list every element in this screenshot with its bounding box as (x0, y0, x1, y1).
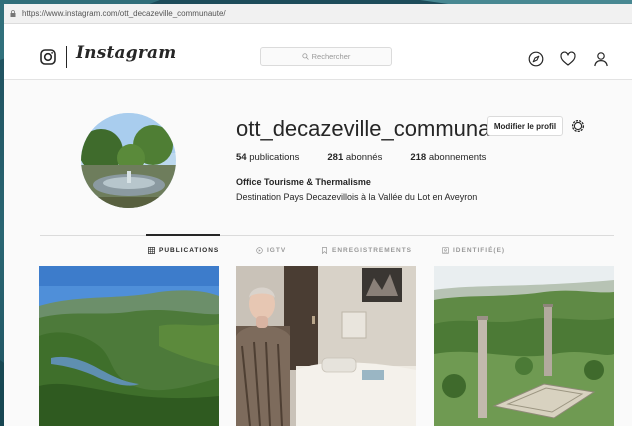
chimney-industrial-site-photo (434, 266, 614, 426)
tab-tagged[interactable]: IDENTIFIÉ(E) (442, 247, 505, 254)
stat-label: publications (249, 152, 300, 163)
valley-landscape-photo (39, 266, 219, 426)
instagram-wordmark[interactable]: Instagram (76, 43, 176, 63)
tab-label: IGTV (267, 247, 287, 254)
instagram-header: Instagram Rechercher (4, 24, 632, 80)
explore-compass-icon[interactable] (528, 51, 544, 67)
stat-followers[interactable]: 281 abonnés (327, 152, 382, 163)
activity-heart-icon[interactable] (560, 51, 576, 67)
avatar-park-image (81, 113, 176, 208)
edit-profile-button[interactable]: Modifier le profil (487, 116, 563, 136)
logo-divider (66, 46, 67, 68)
tab-label: ENREGISTREMENTS (332, 247, 413, 254)
address-bar[interactable]: https://www.instagram.com/ott_decazevill… (4, 4, 632, 24)
profile-full-name: Office Tourisme & Thermalisme (236, 177, 371, 187)
post-thumbnail-2[interactable] (236, 266, 416, 426)
tabs-divider (40, 235, 614, 236)
stat-following[interactable]: 218 abonnements (410, 152, 486, 163)
active-tab-indicator (146, 234, 220, 236)
search-input[interactable]: Rechercher (260, 47, 392, 66)
lock-icon (10, 10, 16, 17)
stat-label: abonnements (428, 152, 487, 163)
post-thumbnail-3[interactable] (434, 266, 614, 426)
tab-saved[interactable]: ENREGISTREMENTS (321, 247, 412, 254)
igtv-icon (256, 247, 263, 254)
tab-label: IDENTIFIÉ(E) (453, 247, 506, 254)
search-placeholder: Rechercher (311, 52, 351, 61)
tab-igtv[interactable]: IGTV (256, 247, 286, 254)
stat-count: 218 (410, 152, 427, 163)
browser-window: https://www.instagram.com/ott_decazevill… (4, 4, 632, 426)
search-icon (302, 53, 309, 60)
grid-icon (148, 247, 155, 254)
stat-count: 54 (236, 152, 247, 163)
profile-avatar[interactable] (81, 113, 176, 208)
tab-label: PUBLICATIONS (159, 247, 220, 254)
profile-bio: Destination Pays Decazevillois à la Vall… (236, 192, 478, 202)
profile-person-icon[interactable] (593, 51, 609, 67)
tab-publications[interactable]: PUBLICATIONS (148, 247, 219, 254)
settings-gear-icon[interactable] (570, 118, 586, 134)
instagram-camera-icon[interactable] (40, 49, 56, 65)
bookmark-icon (322, 247, 327, 254)
stat-label: abonnés (345, 152, 383, 163)
profile-username: ott_decazeville_communaute (236, 116, 521, 141)
profile-stats: 54 publications 281 abonnés 218 abonneme… (236, 152, 514, 163)
url-text: https://www.instagram.com/ott_decazevill… (22, 9, 226, 18)
stat-count: 281 (327, 152, 344, 163)
spa-treatment-room-photo (236, 266, 416, 426)
stat-publications[interactable]: 54 publications (236, 152, 299, 163)
tagged-person-icon (442, 247, 449, 254)
post-thumbnail-1[interactable] (39, 266, 219, 426)
